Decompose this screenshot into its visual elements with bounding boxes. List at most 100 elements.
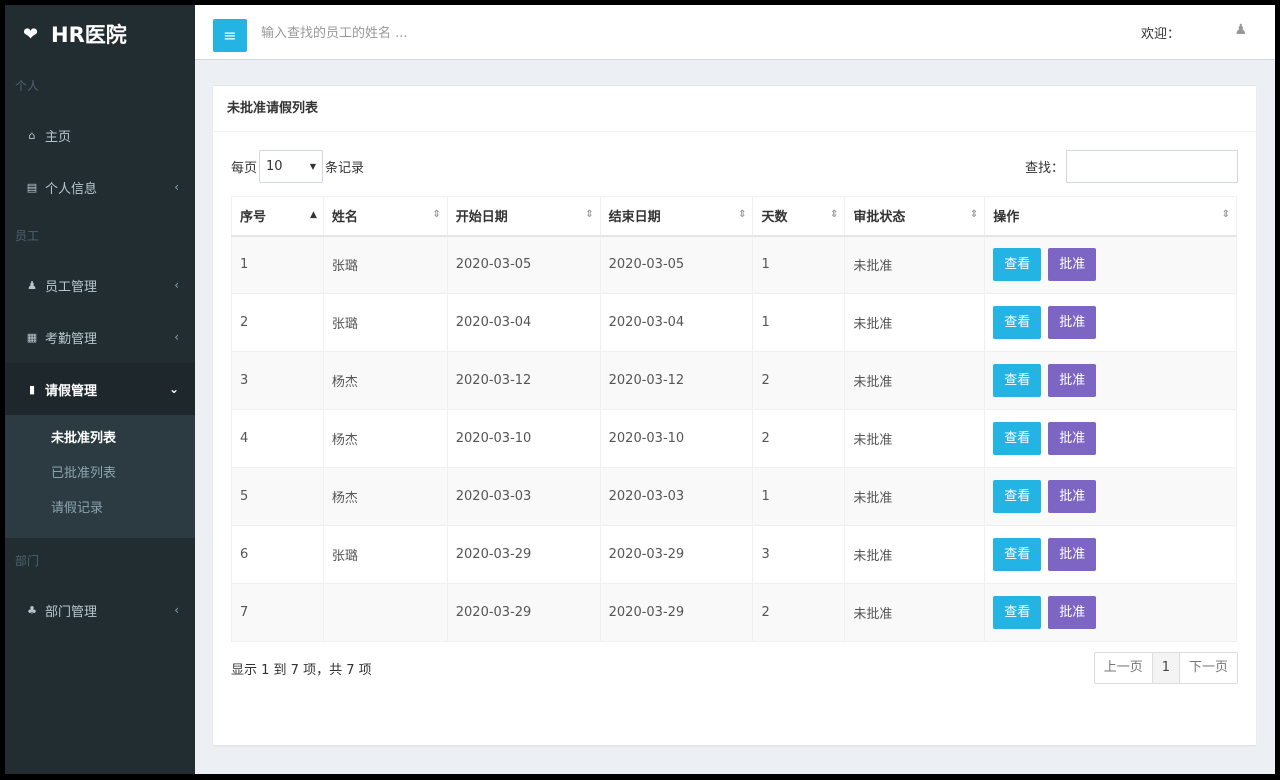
submenu-item-leave-records[interactable]: 请假记录 xyxy=(5,491,195,526)
cell-status: 未批准 xyxy=(845,526,985,584)
user-icon[interactable]: ♟ xyxy=(1234,22,1247,38)
app-frame: ❤ HR医院 个人 ⌂ 主页 ▤ 个人信息 ‹ 员工 ♟ 员工管理 ‹ ▦ 考勤… xyxy=(5,5,1275,774)
table-header-row: 序号 ▲ 姓名⇕ 开始日期 ⇕ 结束日期 ⇕ 天数⇕ 审批状态⇕ 操作⇕ xyxy=(232,197,1237,236)
table-search-input[interactable] xyxy=(1066,150,1238,183)
pagination: 上一页 1 下一页 xyxy=(1094,652,1238,684)
view-button[interactable]: 查看 xyxy=(993,538,1041,571)
top-navbar: ≡ 欢迎： ♟ xyxy=(195,5,1275,60)
submenu-item-unapproved[interactable]: 未批准列表 xyxy=(5,421,195,456)
cell-name: 张璐 xyxy=(323,236,447,294)
cell-no: 4 xyxy=(232,410,324,468)
approve-button[interactable]: 批准 xyxy=(1048,480,1096,513)
column-header-start[interactable]: 开始日期 ⇕ xyxy=(447,197,600,236)
column-header-days[interactable]: 天数⇕ xyxy=(753,197,845,236)
cell-end-date: 2020-03-05 xyxy=(600,236,753,294)
column-header-actions[interactable]: 操作⇕ xyxy=(985,197,1237,236)
view-button[interactable]: 查看 xyxy=(993,306,1041,339)
sidebar-item-label: 请假管理 xyxy=(45,380,97,399)
column-header-no[interactable]: 序号 ▲ xyxy=(232,197,324,236)
cell-start-date: 2020-03-29 xyxy=(447,526,600,584)
table-row: 5 杨杰 2020-03-03 2020-03-03 1 未批准 查看批准 xyxy=(232,468,1237,526)
user-icon: ♟ xyxy=(23,279,41,292)
section-header-personal: 个人 xyxy=(5,63,195,109)
cell-status: 未批准 xyxy=(845,352,985,410)
cell-start-date: 2020-03-05 xyxy=(447,236,600,294)
column-header-label: 审批状态 xyxy=(853,210,905,225)
cell-actions: 查看批准 xyxy=(985,236,1237,294)
page-number-button[interactable]: 1 xyxy=(1153,653,1180,683)
cell-start-date: 2020-03-10 xyxy=(447,410,600,468)
column-header-label: 序号 xyxy=(240,210,266,225)
page-length-select[interactable]: 10 ▼ xyxy=(259,150,323,183)
cell-no: 3 xyxy=(232,352,324,410)
sidebar-item-employees[interactable]: ♟ 员工管理 ‹ xyxy=(5,259,195,311)
table-row: 6 张璐 2020-03-29 2020-03-29 3 未批准 查看批准 xyxy=(232,526,1237,584)
cell-no: 6 xyxy=(232,526,324,584)
cell-name: 张璐 xyxy=(323,526,447,584)
table-row: 2 张璐 2020-03-04 2020-03-04 1 未批准 查看批准 xyxy=(232,294,1237,352)
table-row: 4 杨杰 2020-03-10 2020-03-10 2 未批准 查看批准 xyxy=(232,410,1237,468)
page-length-control: 每页 10 ▼ 条记录 xyxy=(231,150,364,183)
column-header-status[interactable]: 审批状态⇕ xyxy=(845,197,985,236)
column-header-label: 开始日期 xyxy=(456,210,508,225)
approve-button[interactable]: 批准 xyxy=(1048,422,1096,455)
view-button[interactable]: 查看 xyxy=(993,596,1041,629)
cell-status: 未批准 xyxy=(845,468,985,526)
column-header-name[interactable]: 姓名⇕ xyxy=(323,197,447,236)
employee-search-input[interactable] xyxy=(261,22,661,44)
cell-end-date: 2020-03-29 xyxy=(600,526,753,584)
caret-down-icon: ▼ xyxy=(310,162,316,171)
approve-button[interactable]: 批准 xyxy=(1048,538,1096,571)
sidebar-item-label: 员工管理 xyxy=(45,276,97,295)
leave-submenu: 未批准列表 已批准列表 请假记录 xyxy=(5,415,195,538)
sort-icon: ⇕ xyxy=(585,210,593,220)
sidebar-item-attendance[interactable]: ▦ 考勤管理 ‹ xyxy=(5,311,195,363)
submenu-item-approved[interactable]: 已批准列表 xyxy=(5,456,195,491)
calendar-icon: ▦ xyxy=(23,331,41,344)
approve-button[interactable]: 批准 xyxy=(1048,306,1096,339)
leave-list-box: 未批准请假列表 每页 10 ▼ 条记录 查找： 序号▲ 姓名⇕ 开始日期⇕ xyxy=(213,85,1256,745)
brand-logo[interactable]: ❤ HR医院 xyxy=(5,5,195,63)
sidebar-toggle-button[interactable]: ≡ xyxy=(213,19,247,52)
cell-no: 7 xyxy=(232,584,324,642)
view-button[interactable]: 查看 xyxy=(993,248,1041,281)
approve-button[interactable]: 批准 xyxy=(1048,596,1096,629)
cell-start-date: 2020-03-29 xyxy=(447,584,600,642)
column-header-label: 操作 xyxy=(993,210,1019,225)
leave-table: 序号 ▲ 姓名⇕ 开始日期 ⇕ 结束日期 ⇕ 天数⇕ 审批状态⇕ 操作⇕ 1 张璐 2… xyxy=(231,196,1237,642)
heartbeat-icon: ❤ xyxy=(23,24,45,45)
view-button[interactable]: 查看 xyxy=(993,364,1041,397)
sidebar-item-home[interactable]: ⌂ 主页 xyxy=(5,109,195,161)
cell-name: 杨杰 xyxy=(323,352,447,410)
next-page-button[interactable]: 下一页 xyxy=(1180,653,1237,683)
cell-no: 1 xyxy=(232,236,324,294)
cell-name: 杨杰 xyxy=(323,410,447,468)
cell-actions: 查看批准 xyxy=(985,526,1237,584)
cell-days: 1 xyxy=(753,468,845,526)
cell-end-date: 2020-03-29 xyxy=(600,584,753,642)
view-button[interactable]: 查看 xyxy=(993,480,1041,513)
sidebar-item-profile[interactable]: ▤ 个人信息 ‹ xyxy=(5,161,195,213)
cell-no: 2 xyxy=(232,294,324,352)
cell-actions: 查看批准 xyxy=(985,352,1237,410)
cell-actions: 查看批准 xyxy=(985,468,1237,526)
view-button[interactable]: 查看 xyxy=(993,422,1041,455)
approve-button[interactable]: 批准 xyxy=(1048,364,1096,397)
column-header-end[interactable]: 结束日期 ⇕ xyxy=(600,197,753,236)
brand-name: HR医院 xyxy=(51,19,127,49)
sidebar-item-leave[interactable]: ▮ 请假管理 ⌄ xyxy=(5,363,195,415)
approve-button[interactable]: 批准 xyxy=(1048,248,1096,281)
home-icon: ⌂ xyxy=(23,129,41,142)
cell-status: 未批准 xyxy=(845,236,985,294)
sort-asc-icon: ▲ xyxy=(310,211,317,220)
page-length-value: 10 xyxy=(266,159,283,174)
bookmark-icon: ▮ xyxy=(23,383,41,396)
length-suffix: 条记录 xyxy=(325,157,364,176)
box-title: 未批准请假列表 xyxy=(213,86,1256,132)
cell-actions: 查看批准 xyxy=(985,584,1237,642)
sort-icon: ⇕ xyxy=(738,210,746,220)
prev-page-button[interactable]: 上一页 xyxy=(1095,653,1153,683)
cell-start-date: 2020-03-04 xyxy=(447,294,600,352)
sidebar-item-departments[interactable]: ♣ 部门管理 ‹ xyxy=(5,584,195,636)
column-header-label: 结束日期 xyxy=(609,210,661,225)
